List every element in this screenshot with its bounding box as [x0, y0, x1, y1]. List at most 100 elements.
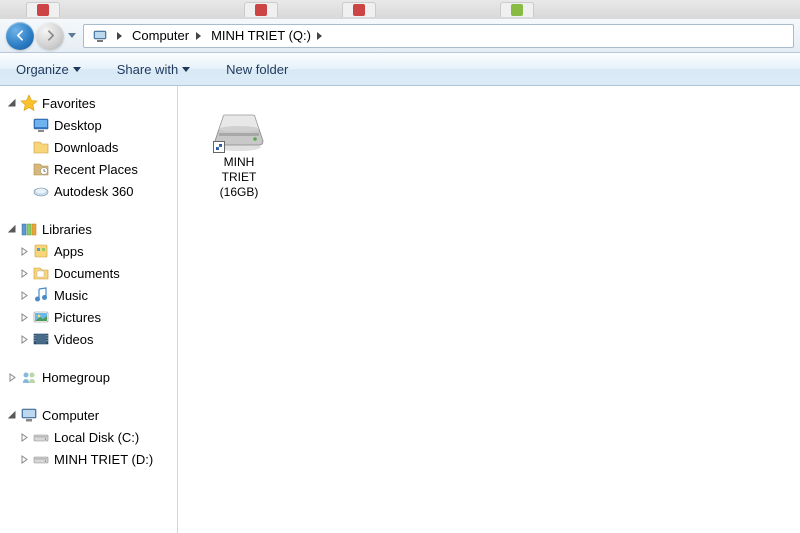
expand-icon[interactable]: [18, 267, 30, 279]
expand-icon[interactable]: [18, 289, 30, 301]
breadcrumb-label: MINH TRIET (Q:): [211, 28, 311, 43]
libraries-label: Libraries: [42, 222, 92, 237]
expand-icon[interactable]: [18, 333, 30, 345]
sidebar-item-local-disk-c[interactable]: Local Disk (C:): [0, 426, 177, 448]
collapse-icon[interactable]: [6, 97, 18, 109]
videos-icon: [32, 330, 50, 348]
sidebar-item-desktop[interactable]: Desktop: [0, 114, 177, 136]
sidebar-item-label: Music: [54, 288, 88, 303]
collapse-icon[interactable]: [6, 409, 18, 421]
tree-header-favorites[interactable]: Favorites: [0, 92, 177, 114]
sidebar-item-label: Videos: [54, 332, 94, 347]
navigation-bar: Computer MINH TRIET (Q:): [0, 19, 800, 53]
address-bar[interactable]: Computer MINH TRIET (Q:): [83, 24, 794, 48]
history-dropdown[interactable]: [66, 27, 77, 45]
share-with-button[interactable]: Share with: [109, 58, 198, 81]
tree-group-favorites: Favorites Desktop Downloads: [0, 92, 177, 202]
browser-tabs-bar: [0, 0, 800, 19]
content-pane[interactable]: MINH TRIET (16GB): [178, 86, 800, 533]
file-label-line: (16GB): [220, 185, 259, 199]
apps-icon: [32, 242, 50, 260]
homegroup-icon: [20, 368, 38, 386]
forward-button[interactable]: [36, 22, 64, 50]
tab[interactable]: [244, 2, 278, 17]
chevron-right-icon: [317, 32, 322, 40]
computer-icon: [92, 28, 108, 44]
breadcrumb-separator[interactable]: [191, 25, 205, 47]
tree-group-homegroup: Homegroup: [0, 366, 177, 388]
sidebar-item-autodesk[interactable]: Autodesk 360: [0, 180, 177, 202]
sidebar-item-label: Desktop: [54, 118, 102, 133]
expand-icon[interactable]: [18, 453, 30, 465]
chevron-down-icon: [182, 67, 190, 72]
tab[interactable]: [500, 2, 534, 17]
tab-favicon: [353, 4, 365, 16]
arrow-right-icon: [44, 29, 57, 42]
tab[interactable]: [26, 2, 60, 17]
sidebar-item-apps[interactable]: Apps: [0, 240, 177, 262]
chevron-right-icon: [196, 32, 201, 40]
sidebar-item-downloads[interactable]: Downloads: [0, 136, 177, 158]
sidebar-item-label: Local Disk (C:): [54, 430, 139, 445]
sidebar-item-label: Pictures: [54, 310, 101, 325]
tab[interactable]: [342, 2, 376, 17]
collapse-icon[interactable]: [6, 223, 18, 235]
chevron-down-icon: [73, 67, 81, 72]
navigation-pane[interactable]: Favorites Desktop Downloads: [0, 86, 178, 533]
file-label-line: TRIET: [222, 170, 257, 184]
tree-header-libraries[interactable]: Libraries: [0, 218, 177, 240]
back-button[interactable]: [6, 22, 34, 50]
sidebar-item-pictures[interactable]: Pictures: [0, 306, 177, 328]
chevron-right-icon: [117, 32, 122, 40]
tab-favicon: [255, 4, 267, 16]
organize-button[interactable]: Organize: [8, 58, 89, 81]
main-area: Favorites Desktop Downloads: [0, 86, 800, 533]
tab-favicon: [37, 4, 49, 16]
breadcrumb-root[interactable]: [86, 25, 112, 47]
breadcrumb-computer[interactable]: Computer: [126, 25, 191, 47]
libraries-icon: [20, 220, 38, 238]
breadcrumb-separator[interactable]: [112, 25, 126, 47]
file-label-line: MINH: [224, 155, 255, 169]
sidebar-item-minh-triet-d[interactable]: MINH TRIET (D:): [0, 448, 177, 470]
expand-icon[interactable]: [18, 311, 30, 323]
chevron-down-icon: [68, 33, 76, 38]
expand-icon[interactable]: [18, 431, 30, 443]
expand-icon[interactable]: [18, 245, 30, 257]
tree-header-computer[interactable]: Computer: [0, 404, 177, 426]
new-folder-label: New folder: [226, 62, 288, 77]
sidebar-item-label: Apps: [54, 244, 84, 259]
file-label: MINH TRIET (16GB): [220, 155, 259, 200]
file-item-minh-triet-shortcut[interactable]: MINH TRIET (16GB): [194, 102, 284, 207]
computer-label: Computer: [42, 408, 99, 423]
recent-icon: [32, 160, 50, 178]
sidebar-item-label: Downloads: [54, 140, 118, 155]
homegroup-label: Homegroup: [42, 370, 110, 385]
breadcrumb-drive[interactable]: MINH TRIET (Q:): [205, 25, 313, 47]
sidebar-item-videos[interactable]: Videos: [0, 328, 177, 350]
downloads-icon: [32, 138, 50, 156]
desktop-icon: [32, 116, 50, 134]
pictures-icon: [32, 308, 50, 326]
new-folder-button[interactable]: New folder: [218, 58, 296, 81]
arrow-left-icon: [14, 29, 27, 42]
share-with-label: Share with: [117, 62, 178, 77]
expand-icon[interactable]: [6, 371, 18, 383]
toolbar: Organize Share with New folder: [0, 53, 800, 86]
tree-group-libraries: Libraries Apps Documents: [0, 218, 177, 350]
favorites-label: Favorites: [42, 96, 95, 111]
breadcrumb-label: Computer: [132, 28, 189, 43]
sidebar-item-label: Recent Places: [54, 162, 138, 177]
music-icon: [32, 286, 50, 304]
computer-icon: [20, 406, 38, 424]
sidebar-item-recent-places[interactable]: Recent Places: [0, 158, 177, 180]
sidebar-item-documents[interactable]: Documents: [0, 262, 177, 284]
star-icon: [20, 94, 38, 112]
sidebar-item-label: MINH TRIET (D:): [54, 452, 153, 467]
drive-shortcut-icon: [211, 109, 267, 153]
tree-header-homegroup[interactable]: Homegroup: [0, 366, 177, 388]
breadcrumb-separator[interactable]: [313, 25, 327, 47]
sidebar-item-music[interactable]: Music: [0, 284, 177, 306]
shortcut-arrow-icon: [213, 141, 225, 153]
drive-icon: [32, 450, 50, 468]
